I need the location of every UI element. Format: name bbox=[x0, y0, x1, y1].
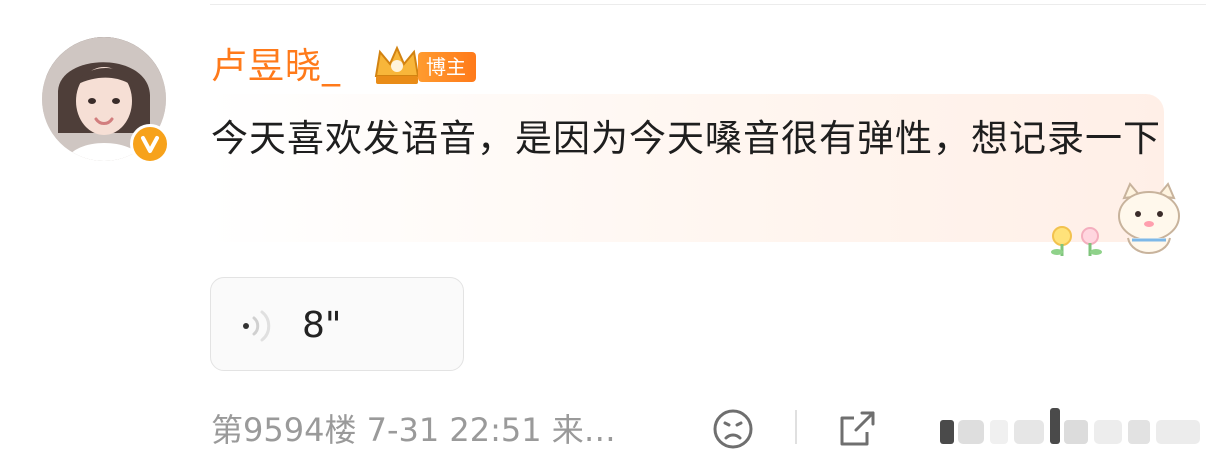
cat-sticker-icon bbox=[1051, 182, 1180, 256]
top-divider bbox=[210, 4, 1206, 5]
comment-meta: 第9594楼 7-31 22:51 来… bbox=[211, 411, 616, 449]
blogger-badge: 博主 bbox=[418, 52, 476, 82]
verified-badge-icon bbox=[130, 124, 170, 164]
emoji-icon[interactable] bbox=[711, 407, 755, 451]
crown-icon bbox=[374, 45, 420, 84]
username[interactable]: 卢昱晓_ bbox=[211, 45, 341, 89]
voice-duration: 8" bbox=[302, 305, 342, 346]
comment-text: 今天喜欢发语音，是因为今天嗓音很有弹性，想记录一下 bbox=[211, 117, 1161, 160]
action-divider bbox=[795, 410, 797, 444]
voice-wave-icon bbox=[243, 310, 271, 342]
share-icon[interactable] bbox=[836, 408, 878, 450]
like-icon[interactable] bbox=[940, 404, 1202, 452]
